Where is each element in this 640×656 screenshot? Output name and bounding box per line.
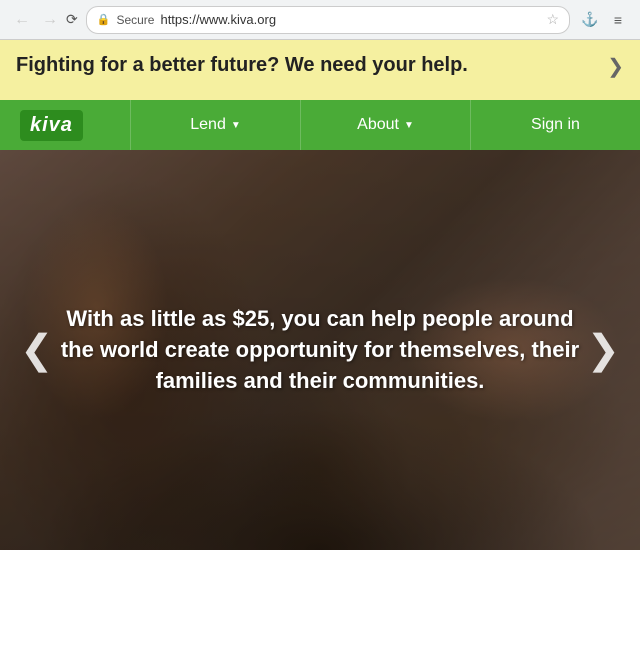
hero-next-button[interactable]: ❯ xyxy=(576,317,630,383)
hero-text: With as little as $25, you can help peop… xyxy=(48,304,592,396)
refresh-button[interactable]: ⟳ xyxy=(66,11,78,28)
hero-section: With as little as $25, you can help peop… xyxy=(0,150,640,550)
banner-text: Fighting for a better future? We need yo… xyxy=(16,52,597,78)
signin-label: Sign in xyxy=(531,116,580,134)
browser-nav-buttons: ← → ⟳ xyxy=(10,9,78,31)
back-button[interactable]: ← xyxy=(10,9,34,31)
browser-actions: ⚓ ≡ xyxy=(578,8,630,32)
nav-logo[interactable]: kiva xyxy=(0,100,130,150)
navbar: kiva Lend ▼ About ▼ Sign in xyxy=(0,100,640,150)
bookmark-icon[interactable]: ☆ xyxy=(546,11,559,28)
nav-items: Lend ▼ About ▼ Sign in xyxy=(130,100,640,150)
menu-button[interactable]: ≡ xyxy=(606,8,630,32)
nav-item-signin[interactable]: Sign in xyxy=(470,100,640,150)
nav-item-lend[interactable]: Lend ▼ xyxy=(130,100,300,150)
forward-button[interactable]: → xyxy=(38,9,62,31)
promo-banner: Fighting for a better future? We need yo… xyxy=(0,40,640,100)
logo-text: kiva xyxy=(20,110,83,141)
lend-arrow-icon: ▼ xyxy=(231,120,241,131)
secure-label: Secure xyxy=(116,13,154,27)
about-arrow-icon: ▼ xyxy=(404,120,414,131)
url-text: https://www.kiva.org xyxy=(160,12,540,27)
lend-label: Lend xyxy=(190,116,226,134)
address-bar[interactable]: 🔒 Secure https://www.kiva.org ☆ xyxy=(86,6,570,34)
hero-prev-button[interactable]: ❮ xyxy=(10,317,64,383)
banner-close-button[interactable]: ❯ xyxy=(607,54,624,79)
lock-icon: 🔒 xyxy=(97,13,111,26)
extensions-button[interactable]: ⚓ xyxy=(578,8,602,32)
nav-item-about[interactable]: About ▼ xyxy=(300,100,470,150)
browser-chrome: ← → ⟳ 🔒 Secure https://www.kiva.org ☆ ⚓ … xyxy=(0,0,640,40)
about-label: About xyxy=(357,116,399,134)
